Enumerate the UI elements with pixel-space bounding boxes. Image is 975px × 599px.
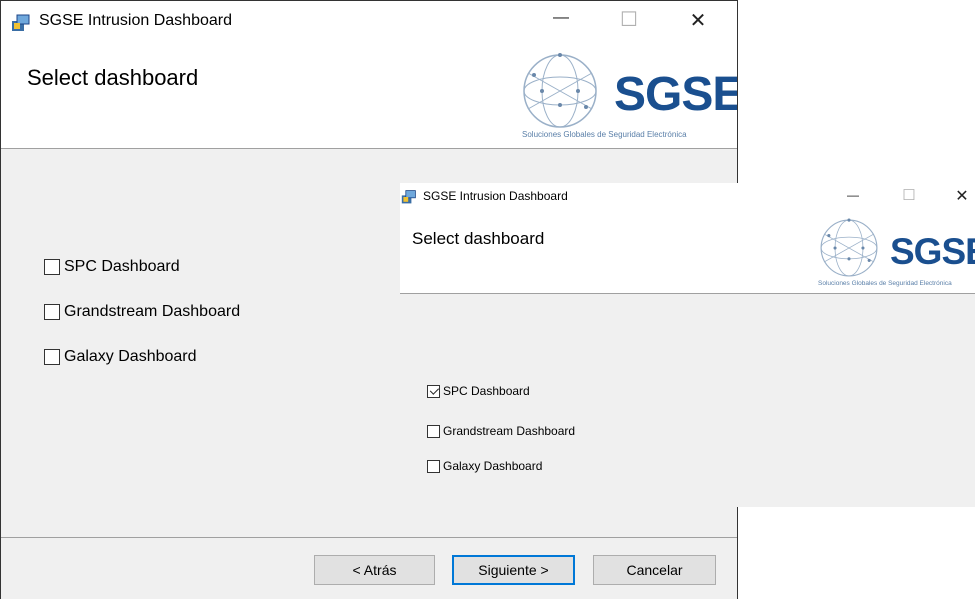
page-title: Select dashboard	[27, 65, 199, 90]
checkbox-label: Grandstream Dashboard	[64, 303, 241, 320]
minimize-button[interactable]: —	[841, 188, 865, 202]
page-title: Select dashboard	[412, 229, 545, 248]
checkbox-galaxy[interactable]: Galaxy Dashboard	[427, 459, 542, 473]
checkbox-galaxy[interactable]: Galaxy Dashboard	[44, 348, 197, 366]
close-button[interactable]: ✕	[683, 8, 713, 33]
checkbox-box[interactable]	[427, 424, 440, 438]
checkbox-label: Galaxy Dashboard	[443, 459, 543, 473]
sgse-logo: SGSE Soluciones Globales de Seguridad El…	[516, 47, 738, 145]
checkbox-label: SPC Dashboard	[443, 384, 530, 398]
checkbox-box[interactable]	[427, 384, 440, 398]
dialog-footer: < Atrás Siguiente > Cancelar	[1, 537, 737, 599]
checkbox-grandstream[interactable]: Grandstream Dashboard	[427, 424, 575, 438]
checkbox-label: SPC Dashboard	[64, 258, 180, 275]
checkbox-spc[interactable]: SPC Dashboard	[427, 384, 530, 398]
checkbox-box[interactable]	[44, 259, 60, 275]
minimize-button[interactable]: —	[546, 9, 576, 27]
sgse-logo: SGSE Soluciones Globales de Seguridad El…	[814, 215, 975, 291]
dialog-header: Select dashboard SGSE Soluciones Globale…	[1, 41, 737, 149]
globe-icon	[820, 218, 878, 277]
maximize-button[interactable]: ☐	[897, 186, 921, 204]
checkbox-label: Grandstream Dashboard	[443, 424, 576, 438]
window-title: SGSE Intrusion Dashboard	[423, 189, 568, 203]
checkbox-box[interactable]	[44, 304, 60, 320]
globe-icon	[523, 53, 597, 128]
title-bar[interactable]: SGSE Intrusion Dashboard — ☐ ✕	[400, 183, 975, 211]
back-button[interactable]: < Atrás	[314, 555, 435, 585]
checkbox-box[interactable]	[427, 459, 440, 473]
logo-wordmark: SGSE	[890, 231, 975, 272]
logo-wordmark: SGSE	[614, 68, 738, 121]
cancel-button[interactable]: Cancelar	[593, 555, 716, 585]
dialog-header: Select dashboard SGSE Soluciones Globale…	[400, 211, 975, 294]
logo-subtitle: Soluciones Globales de Seguridad Electró…	[522, 130, 687, 139]
checkbox-spc[interactable]: SPC Dashboard	[44, 258, 180, 276]
close-button[interactable]: ✕	[950, 186, 974, 206]
logo-subtitle: Soluciones Globales de Seguridad Electró…	[818, 280, 952, 287]
checkbox-box[interactable]	[44, 349, 60, 365]
installer-app-icon	[401, 189, 417, 210]
checkbox-grandstream[interactable]: Grandstream Dashboard	[44, 303, 240, 321]
installer-app-icon	[11, 13, 31, 38]
maximize-button[interactable]: ☐	[614, 7, 644, 32]
window-title: SGSE Intrusion Dashboard	[39, 12, 232, 29]
next-button[interactable]: Siguiente >	[452, 555, 575, 585]
installer-window-front: SGSE Intrusion Dashboard — ☐ ✕ Select da…	[400, 183, 975, 507]
checkbox-label: Galaxy Dashboard	[64, 348, 197, 365]
title-bar[interactable]: SGSE Intrusion Dashboard — ☐ ✕	[1, 1, 737, 41]
